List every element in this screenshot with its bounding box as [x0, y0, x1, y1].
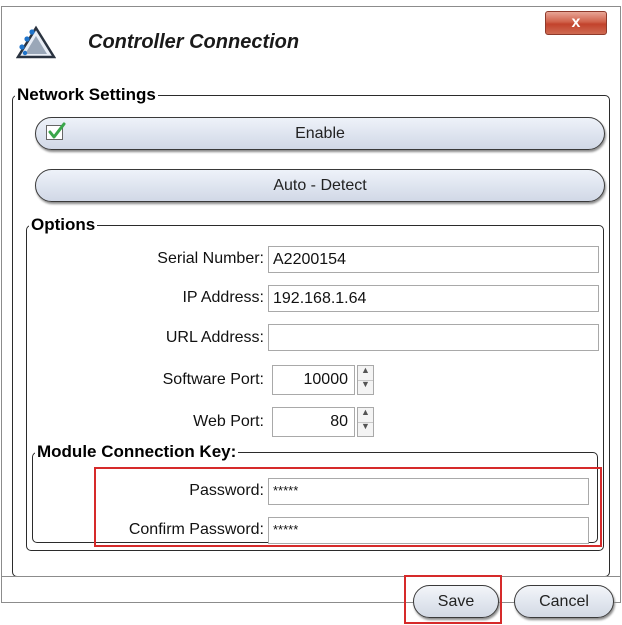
auto-detect-label: Auto - Detect [273, 177, 367, 194]
software-port-field[interactable]: 10000 [272, 365, 355, 395]
ip-address-label: IP Address: [182, 289, 264, 306]
cancel-button[interactable]: Cancel [514, 585, 614, 618]
close-icon: x [571, 14, 581, 31]
enable-toggle-button[interactable]: Enable [35, 117, 605, 150]
cancel-label: Cancel [539, 593, 589, 610]
window-title: Controller Connection [88, 31, 300, 53]
url-address-field[interactable] [268, 324, 599, 351]
title-bar: Controller Connection x [2, 7, 620, 73]
web-port-label: Web Port: [193, 413, 264, 430]
options-legend: Options [31, 215, 96, 234]
enable-label: Enable [295, 125, 345, 142]
web-port-field[interactable]: 80 [272, 407, 355, 437]
up-arrow-icon: ▲ [361, 407, 370, 417]
up-arrow-icon: ▲ [361, 365, 370, 375]
auto-detect-button[interactable]: Auto - Detect [35, 169, 605, 202]
footer-separator [2, 576, 620, 577]
enable-checkbox[interactable] [46, 122, 66, 140]
ip-address-field[interactable]: 192.168.1.64 [268, 285, 599, 312]
app-logo-icon [15, 24, 57, 60]
password-highlight-box [94, 467, 602, 547]
save-highlight-box [404, 575, 502, 624]
software-port-label: Software Port: [162, 371, 264, 388]
serial-number-field[interactable]: A2200154 [268, 246, 599, 273]
module-connection-key-legend: Module Connection Key: [37, 442, 237, 461]
close-button[interactable]: x [545, 11, 607, 35]
check-icon [48, 122, 66, 139]
network-settings-legend: Network Settings [17, 85, 156, 104]
software-port-decrement-button[interactable]: ▼ [358, 380, 373, 394]
url-address-label: URL Address: [165, 329, 264, 346]
web-port-spinner: ▲ ▼ [357, 407, 374, 437]
down-arrow-icon: ▼ [361, 379, 370, 389]
web-port-decrement-button[interactable]: ▼ [358, 422, 373, 436]
serial-number-label: Serial Number: [157, 250, 264, 267]
software-port-spinner: ▲ ▼ [357, 365, 374, 395]
down-arrow-icon: ▼ [361, 421, 370, 431]
controller-connection-dialog: Controller Connection x Network Settings… [1, 6, 621, 624]
